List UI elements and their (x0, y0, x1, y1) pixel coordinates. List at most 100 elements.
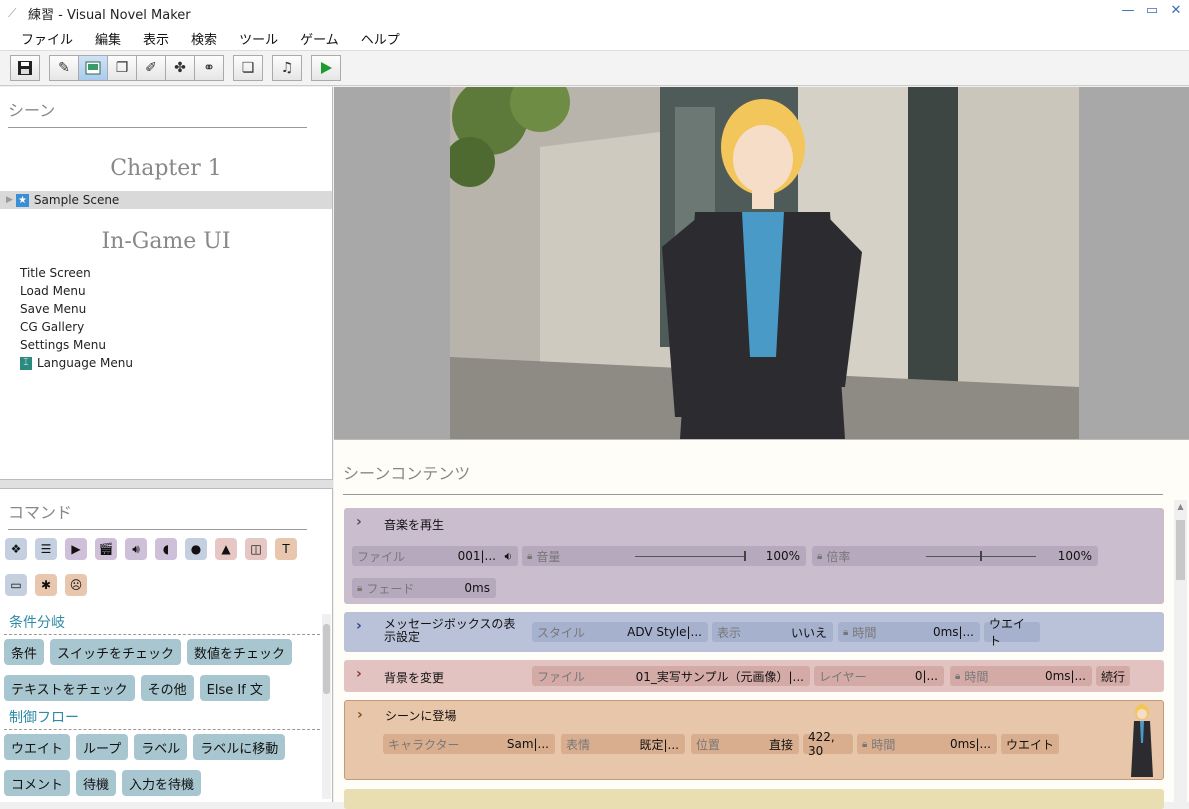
music-icon[interactable]: ♫ (272, 55, 302, 81)
list-icon[interactable]: ☰ (35, 538, 57, 560)
menu-view[interactable]: 表示 (132, 29, 180, 48)
check-switch-button[interactable]: スイッチをチェック (50, 639, 182, 665)
scene-item[interactable]: ▶ ★ Sample Scene (0, 191, 332, 209)
check-text-button[interactable]: テキストをチェック (4, 675, 135, 701)
screen-icon[interactable]: ▭ (5, 574, 27, 596)
menu-search[interactable]: 検索 (180, 29, 228, 48)
command-panel: コマンド ❖ ☰ ▶ 🎬︎ 🔊︎ ◖ ● ▲ ◫ T ▭ ✱ ☹ 条件分岐 条件… (0, 489, 333, 802)
command-change-background[interactable]: › 背景を変更 ファイル 01_実写サンプル（元画像）|... レイヤー 0|.… (344, 660, 1164, 692)
scroll-thumb[interactable] (1176, 520, 1185, 580)
check-number-button[interactable]: 数値をチェック (187, 639, 293, 665)
text-icon[interactable]: T (275, 538, 297, 560)
else-if-button[interactable]: Else If 文 (199, 675, 270, 701)
volume-field[interactable]: 🔒︎ 音量 100% (522, 546, 806, 566)
comment-button[interactable]: コメント (4, 770, 71, 796)
video-icon[interactable]: ▶ (65, 538, 87, 560)
fade-field[interactable]: 🔒︎ フェード 0ms (352, 578, 496, 598)
scene-contents-panel: シーンコンテンツ › 音楽を再生 ファイル 001|... 🔉︎ 🔒︎ 音量 1… (334, 439, 1189, 809)
time-field[interactable]: 🔒︎ 時間 0ms|... (950, 666, 1092, 686)
command-next[interactable] (344, 789, 1164, 809)
app-icon: ⟋ (8, 6, 17, 20)
style-field[interactable]: スタイル ADV Style|... (532, 622, 708, 642)
field-label: フェード (366, 581, 415, 596)
ui-item-load-menu[interactable]: Load Menu (20, 282, 332, 300)
clapper-icon[interactable]: 🎬︎ (95, 538, 117, 560)
field-value: 422, 30 (808, 730, 835, 758)
command-scrollbar[interactable] (322, 614, 331, 799)
position-field[interactable]: 位置 直接 (691, 734, 799, 754)
contents-scrollbar[interactable]: ▲ (1174, 500, 1187, 803)
cube-icon[interactable]: ❖ (5, 538, 27, 560)
frame-icon[interactable]: ◫ (245, 538, 267, 560)
speech-bubble-icon[interactable]: ● (185, 538, 207, 560)
continue-toggle[interactable]: 続行 (1096, 666, 1130, 686)
chevron-right-icon[interactable]: › (356, 618, 362, 634)
volume-slider[interactable] (635, 556, 745, 557)
scene-preview[interactable] (450, 87, 1079, 439)
rate-field[interactable]: 🔒︎ 倍率 100% (812, 546, 1098, 566)
time-field[interactable]: 🔒︎ 時間 0ms|... (838, 622, 980, 642)
menu-help[interactable]: ヘルプ (350, 29, 411, 48)
notes-icon[interactable]: ✐ (136, 55, 166, 81)
character-field[interactable]: キャラクター Sam|... (383, 734, 555, 754)
menu-edit[interactable]: 編集 (84, 29, 132, 48)
time-field[interactable]: 🔒︎ 時間 0ms|... (857, 734, 997, 754)
pen-icon[interactable]: ✎ (49, 55, 79, 81)
scroll-thumb[interactable] (323, 624, 330, 694)
else-button[interactable]: その他 (140, 675, 194, 701)
file-field[interactable]: ファイル 001|... 🔉︎ (352, 546, 518, 566)
toggle-label: ウエイト (1006, 737, 1055, 752)
slider-knob[interactable] (744, 551, 746, 561)
voice-icon[interactable]: ◖ (155, 538, 177, 560)
ui-item-save-menu[interactable]: Save Menu (20, 300, 332, 318)
command-show-character[interactable]: › シーンに登場 キャラクター Sam|... 表情 既定|... 位置 直接 … (344, 700, 1164, 780)
chevron-right-icon[interactable]: › (357, 707, 363, 723)
save-icon[interactable] (10, 55, 40, 81)
field-label: ファイル (537, 669, 586, 684)
puzzle-icon[interactable]: ✤ (165, 55, 195, 81)
command-message-box-settings[interactable]: › メッセージボックスの表示設定 スタイル ADV Style|... 表示 い… (344, 612, 1164, 652)
face-icon[interactable]: ☹ (65, 574, 87, 596)
wait-toggle[interactable]: ウエイト (1001, 734, 1059, 754)
slider-knob[interactable] (980, 551, 982, 561)
ui-item-language-menu[interactable]: ⌶ Language Menu (20, 354, 332, 372)
ui-item-settings-menu[interactable]: Settings Menu (20, 336, 332, 354)
scene-view-icon[interactable] (78, 55, 108, 81)
jump-to-label-button[interactable]: ラベルに移動 (193, 734, 286, 760)
coordinates-field[interactable]: 422, 30 (803, 730, 853, 758)
command-play-music[interactable]: › 音楽を再生 ファイル 001|... 🔉︎ 🔒︎ 音量 100% 🔒︎ 倍率… (344, 508, 1164, 604)
minimize-icon[interactable]: — (1121, 4, 1135, 18)
chevron-right-icon[interactable]: › (356, 666, 362, 682)
menu-tools[interactable]: ツール (228, 29, 289, 48)
pages-icon[interactable]: ❐ (107, 55, 137, 81)
wait-button[interactable]: ウエイト (4, 734, 71, 760)
chain-icon[interactable]: ⚭ (194, 55, 224, 81)
character-thumbnail (1131, 704, 1153, 777)
wait-toggle[interactable]: ウエイト (984, 617, 1040, 648)
condition-button[interactable]: 条件 (4, 639, 45, 665)
file-field[interactable]: ファイル 01_実写サンプル（元画像）|... (532, 666, 810, 686)
play-icon[interactable] (311, 55, 341, 81)
ui-item-cg-gallery[interactable]: CG Gallery (20, 318, 332, 336)
close-icon[interactable]: ✕ (1169, 4, 1183, 18)
maximize-icon[interactable]: ▭ (1145, 4, 1159, 18)
menu-game[interactable]: ゲーム (289, 29, 350, 48)
label-button[interactable]: ラベル (134, 734, 188, 760)
panel-splitter[interactable] (0, 479, 333, 489)
standby-button[interactable]: 待機 (76, 770, 117, 796)
lock-icon: 🔒︎ (862, 738, 868, 750)
wait-for-input-button[interactable]: 入力を待機 (122, 770, 202, 796)
gear-icon[interactable]: ✱ (35, 574, 57, 596)
image-icon[interactable]: ▲ (215, 538, 237, 560)
scroll-up-icon[interactable]: ▲ (1174, 500, 1187, 513)
speaker-icon[interactable]: 🔊︎ (125, 538, 147, 560)
loop-button[interactable]: ループ (76, 734, 129, 760)
layer-field[interactable]: レイヤー 0|... (814, 666, 944, 686)
chevron-right-icon[interactable]: › (356, 514, 362, 530)
expand-icon[interactable]: ▶ (6, 195, 13, 205)
expression-field[interactable]: 表情 既定|... (561, 734, 685, 754)
ui-item-title-screen[interactable]: Title Screen (20, 264, 332, 282)
windows-icon[interactable]: ❏ (233, 55, 263, 81)
visible-field[interactable]: 表示 いいえ (712, 622, 833, 642)
menu-file[interactable]: ファイル (10, 29, 84, 48)
